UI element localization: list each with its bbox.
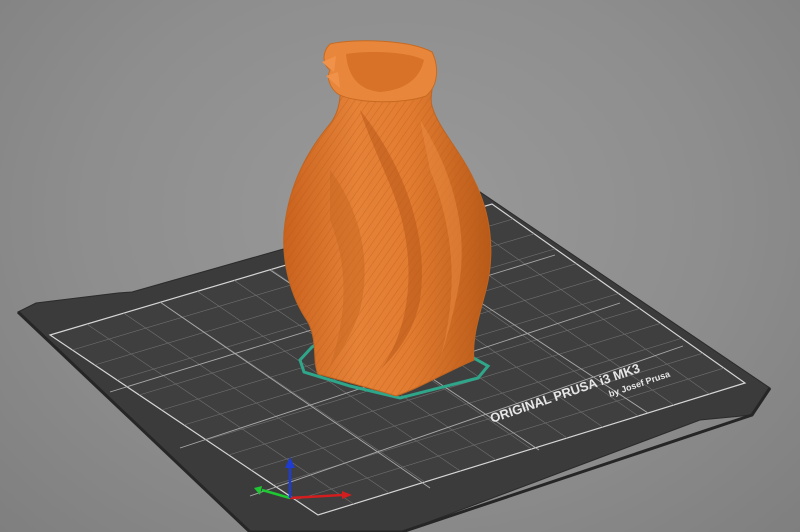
3d-viewport[interactable]: ORIGINAL PRUSA i3 MK3 by Josef Prusa	[0, 0, 800, 532]
vase-model[interactable]	[283, 40, 492, 397]
scene-canvas[interactable]: ORIGINAL PRUSA i3 MK3 by Josef Prusa	[0, 0, 800, 532]
